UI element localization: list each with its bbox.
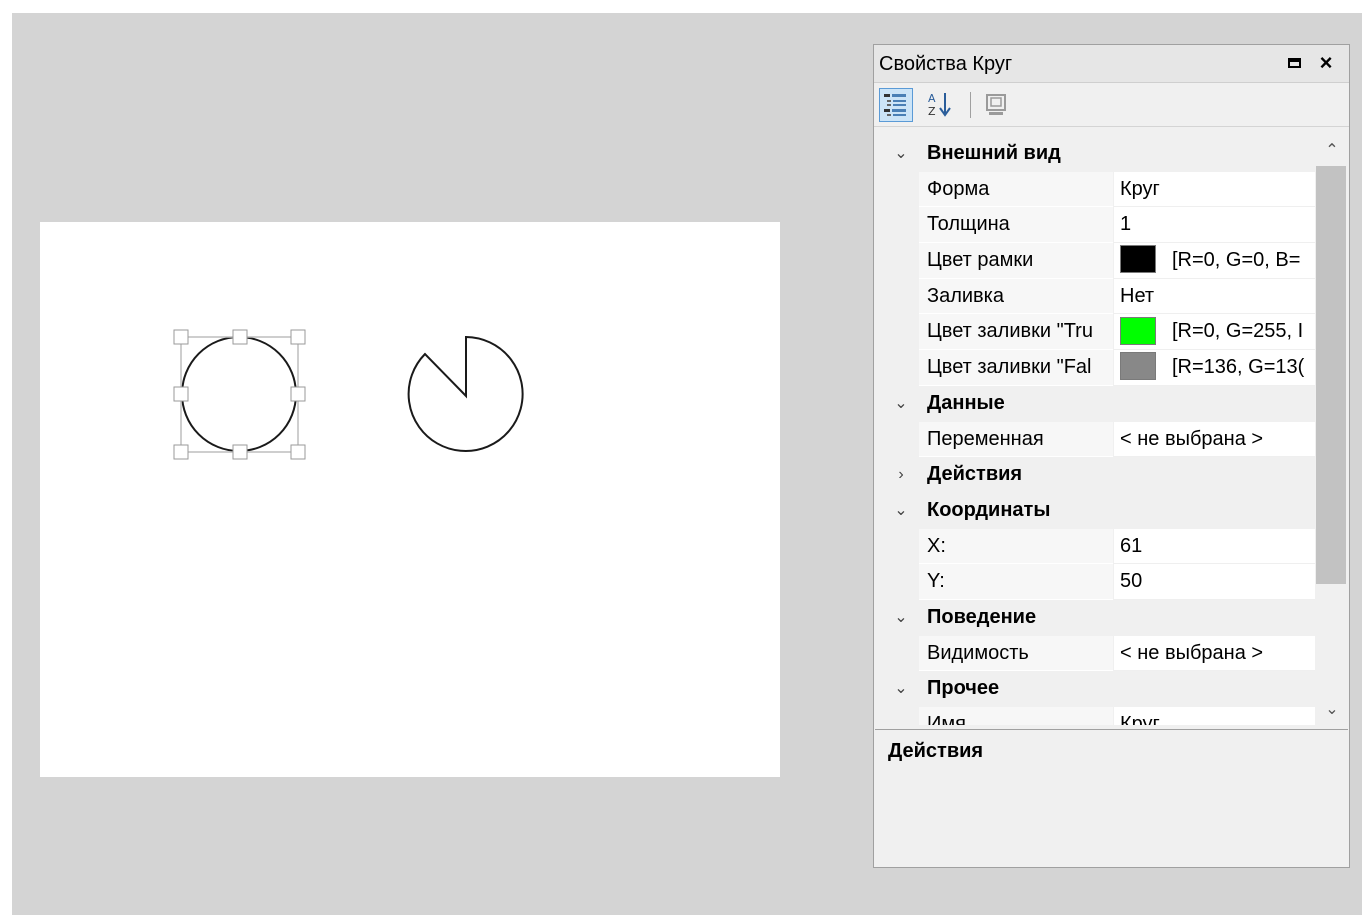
panel-title: Свойства Круг <box>879 53 1013 75</box>
vertical-scrollbar[interactable]: ⌃ ⌄ <box>1315 136 1349 725</box>
property-value[interactable]: < не выбрана > <box>1114 635 1315 672</box>
categorized-icon[interactable] <box>879 88 913 122</box>
property-name: Y: <box>919 564 1113 600</box>
property-name: Видимость <box>919 635 1113 672</box>
svg-text:Z: Z <box>928 105 936 118</box>
scroll-down-icon[interactable]: ⌄ <box>1315 695 1349 725</box>
chevron-down-icon[interactable]: ⌄ <box>893 600 909 636</box>
category-label: Действия <box>927 463 1023 486</box>
resize-handle-e[interactable] <box>290 386 306 402</box>
resize-handle-ne[interactable] <box>290 329 306 345</box>
properties-panel: Свойства Круг × A Z ⌄ Внешний вид Форма … <box>873 44 1350 868</box>
property-value[interactable]: Нет <box>1114 278 1315 315</box>
property-row-fill[interactable]: Заливка Нет <box>875 278 1315 315</box>
color-swatch-green[interactable] <box>1120 316 1156 345</box>
description-pane: Действия <box>875 729 1348 866</box>
property-value-color[interactable]: [R=136, G=13( <box>1114 350 1315 386</box>
property-pages-icon[interactable] <box>980 88 1014 122</box>
property-name: X: <box>919 528 1113 565</box>
property-value[interactable]: Круг <box>1114 171 1315 208</box>
property-row-x[interactable]: X: 61 <box>875 528 1315 565</box>
color-swatch-black[interactable] <box>1120 245 1156 274</box>
resize-handle-s[interactable] <box>232 444 248 460</box>
pie-shape[interactable] <box>407 335 524 452</box>
color-value-text: [R=0, G=255, I <box>1172 320 1304 343</box>
property-name: Цвет заливки "Fal <box>919 350 1113 386</box>
chevron-down-icon[interactable]: ⌄ <box>893 493 909 529</box>
sort-alphabetical-icon[interactable]: A Z <box>924 88 958 122</box>
property-row-name[interactable]: Имя Круг <box>875 707 1315 725</box>
property-name: Имя <box>919 707 1113 725</box>
resize-handle-sw[interactable] <box>173 444 189 460</box>
category-coordinates[interactable]: ⌄ Координаты <box>875 492 1315 529</box>
category-actions[interactable]: › Действия <box>875 457 1315 493</box>
resize-handle-nw[interactable] <box>173 329 189 345</box>
canvas-drawing <box>173 329 524 460</box>
property-value[interactable]: 50 <box>1114 564 1315 600</box>
category-label: Данные <box>927 391 1005 414</box>
category-behavior[interactable]: ⌄ Поведение <box>875 599 1315 636</box>
description-title: Действия <box>888 740 984 762</box>
property-row-fill-false[interactable]: Цвет заливки "Fal [R=136, G=13( <box>875 350 1315 386</box>
color-value-text: [R=136, G=13( <box>1172 356 1305 379</box>
property-name: Толщина <box>919 207 1113 244</box>
circle-shape[interactable] <box>181 336 297 452</box>
chevron-right-icon[interactable]: › <box>893 457 909 493</box>
color-value-text: [R=0, G=0, B= <box>1172 249 1301 272</box>
svg-text:A: A <box>928 92 936 105</box>
chevron-down-icon[interactable]: ⌄ <box>893 386 909 422</box>
property-value-color[interactable]: [R=0, G=255, I <box>1114 314 1315 351</box>
property-name: Форма <box>919 171 1113 208</box>
property-row-visibility[interactable]: Видимость < не выбрана > <box>875 635 1315 672</box>
property-name: Переменная <box>919 421 1113 458</box>
scroll-thumb[interactable] <box>1316 166 1346 584</box>
category-label: Поведение <box>927 605 1037 628</box>
property-row-y[interactable]: Y: 50 <box>875 564 1315 600</box>
property-row-thickness[interactable]: Толщина 1 <box>875 207 1315 244</box>
category-appearance[interactable]: ⌄ Внешний вид <box>875 136 1315 172</box>
chevron-down-icon[interactable]: ⌄ <box>893 136 909 172</box>
category-label: Координаты <box>927 498 1051 521</box>
panel-header: Свойства Круг × <box>874 45 1349 83</box>
resize-handle-w[interactable] <box>173 386 189 402</box>
property-row-shape[interactable]: Форма Круг <box>875 171 1315 208</box>
design-canvas[interactable] <box>40 222 780 777</box>
property-value[interactable]: 61 <box>1114 528 1315 565</box>
property-row-variable[interactable]: Переменная < не выбрана > <box>875 421 1315 458</box>
property-name: Цвет рамки <box>919 243 1113 279</box>
close-icon[interactable]: × <box>1315 51 1337 75</box>
property-value[interactable]: < не выбрана > <box>1114 421 1315 458</box>
property-grid: ⌄ Внешний вид Форма Круг Толщина 1 Цвет … <box>875 136 1315 725</box>
resize-handle-se[interactable] <box>290 444 306 460</box>
chevron-down-icon[interactable]: ⌄ <box>893 671 909 707</box>
resize-handle-n[interactable] <box>232 329 248 345</box>
category-other[interactable]: ⌄ Прочее <box>875 671 1315 707</box>
category-data[interactable]: ⌄ Данные <box>875 385 1315 422</box>
property-row-border-color[interactable]: Цвет рамки [R=0, G=0, B= <box>875 243 1315 279</box>
toolbar-separator <box>970 92 971 118</box>
property-value[interactable]: 1 <box>1114 207 1315 244</box>
properties-toolbar: A Z <box>874 84 1349 127</box>
color-swatch-gray[interactable] <box>1120 352 1156 381</box>
category-label: Прочее <box>927 677 1000 700</box>
category-label: Внешний вид <box>927 142 1061 164</box>
property-row-fill-true[interactable]: Цвет заливки "Tru [R=0, G=255, I <box>875 314 1315 351</box>
property-name: Заливка <box>919 278 1113 315</box>
scroll-up-icon[interactable]: ⌃ <box>1315 136 1349 166</box>
property-value-color[interactable]: [R=0, G=0, B= <box>1114 243 1315 279</box>
maximize-icon[interactable] <box>1284 51 1306 75</box>
property-value[interactable]: Круг <box>1114 707 1315 725</box>
property-name: Цвет заливки "Tru <box>919 314 1113 351</box>
